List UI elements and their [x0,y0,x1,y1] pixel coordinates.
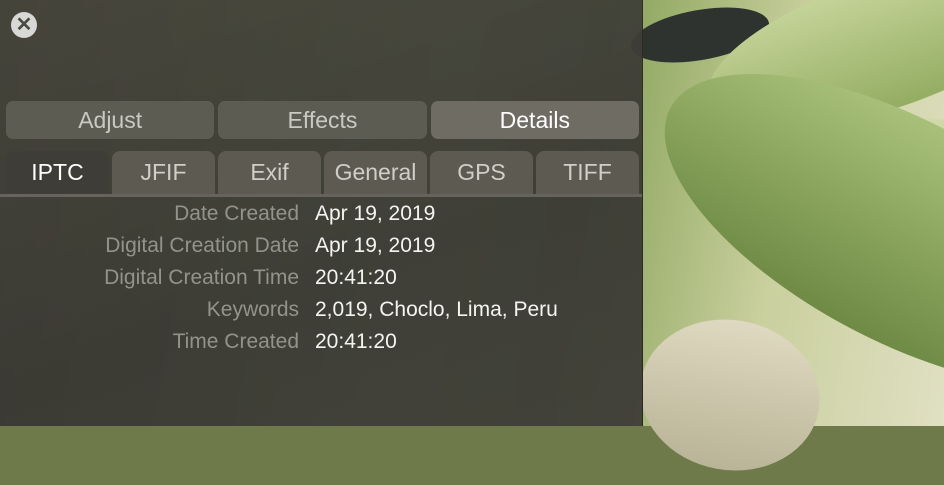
metadata-list: Date Created Apr 19, 2019 Digital Creati… [0,198,642,358]
subtab-general[interactable]: General [324,151,427,194]
metadata-value: 20:41:20 [315,330,397,353]
close-glyph: ✕ [15,14,33,36]
metadata-row-digital-creation-date: Digital Creation Date Apr 19, 2019 [0,230,642,262]
metadata-key: Digital Creation Time [104,266,299,289]
subtab-jfif[interactable]: JFIF [112,151,215,194]
metadata-key: Keywords [206,298,299,321]
metadata-key: Date Created [174,202,299,225]
subtab-exif[interactable]: Exif [218,151,321,194]
subtab-gps[interactable]: GPS [430,151,533,194]
inspector-mode-tabs: Adjust Effects Details [6,101,639,139]
subtab-label: TIFF [563,159,612,185]
metadata-value: 2,019, Choclo, Lima, Peru [315,298,558,321]
subtab-label: GPS [457,159,506,185]
metadata-row-digital-creation-time: Digital Creation Time 20:41:20 [0,262,642,294]
tab-divider [0,194,642,197]
metadata-category-tabs: IPTC JFIF Exif General GPS TIFF [6,151,639,194]
tab-label: Details [499,106,570,133]
husk-shape [628,305,832,485]
metadata-value: Apr 19, 2019 [315,202,436,225]
metadata-key: Time Created [172,330,299,353]
tab-label: Effects [287,106,358,133]
subtab-label: General [334,159,417,185]
subtab-label: IPTC [31,159,84,185]
metadata-key: Digital Creation Date [105,234,299,257]
subtab-iptc[interactable]: IPTC [6,151,109,194]
subtab-tiff[interactable]: TIFF [536,151,639,194]
tab-adjust[interactable]: Adjust [6,101,215,139]
metadata-row-time-created: Time Created 20:41:20 [0,326,642,358]
metadata-row-date-created: Date Created Apr 19, 2019 [0,198,642,230]
metadata-value: Apr 19, 2019 [315,234,436,257]
subtab-label: Exif [250,159,289,185]
subtab-label: JFIF [140,159,187,185]
tab-label: Adjust [78,106,143,133]
metadata-row-keywords: Keywords 2,019, Choclo, Lima, Peru [0,294,642,326]
tab-effects[interactable]: Effects [218,101,427,139]
inspector-panel: ✕ Adjust Effects Details IPTC JFIF Exif … [0,0,643,426]
metadata-value: 20:41:20 [315,266,397,289]
close-icon[interactable]: ✕ [11,12,37,38]
tab-details[interactable]: Details [430,101,639,139]
